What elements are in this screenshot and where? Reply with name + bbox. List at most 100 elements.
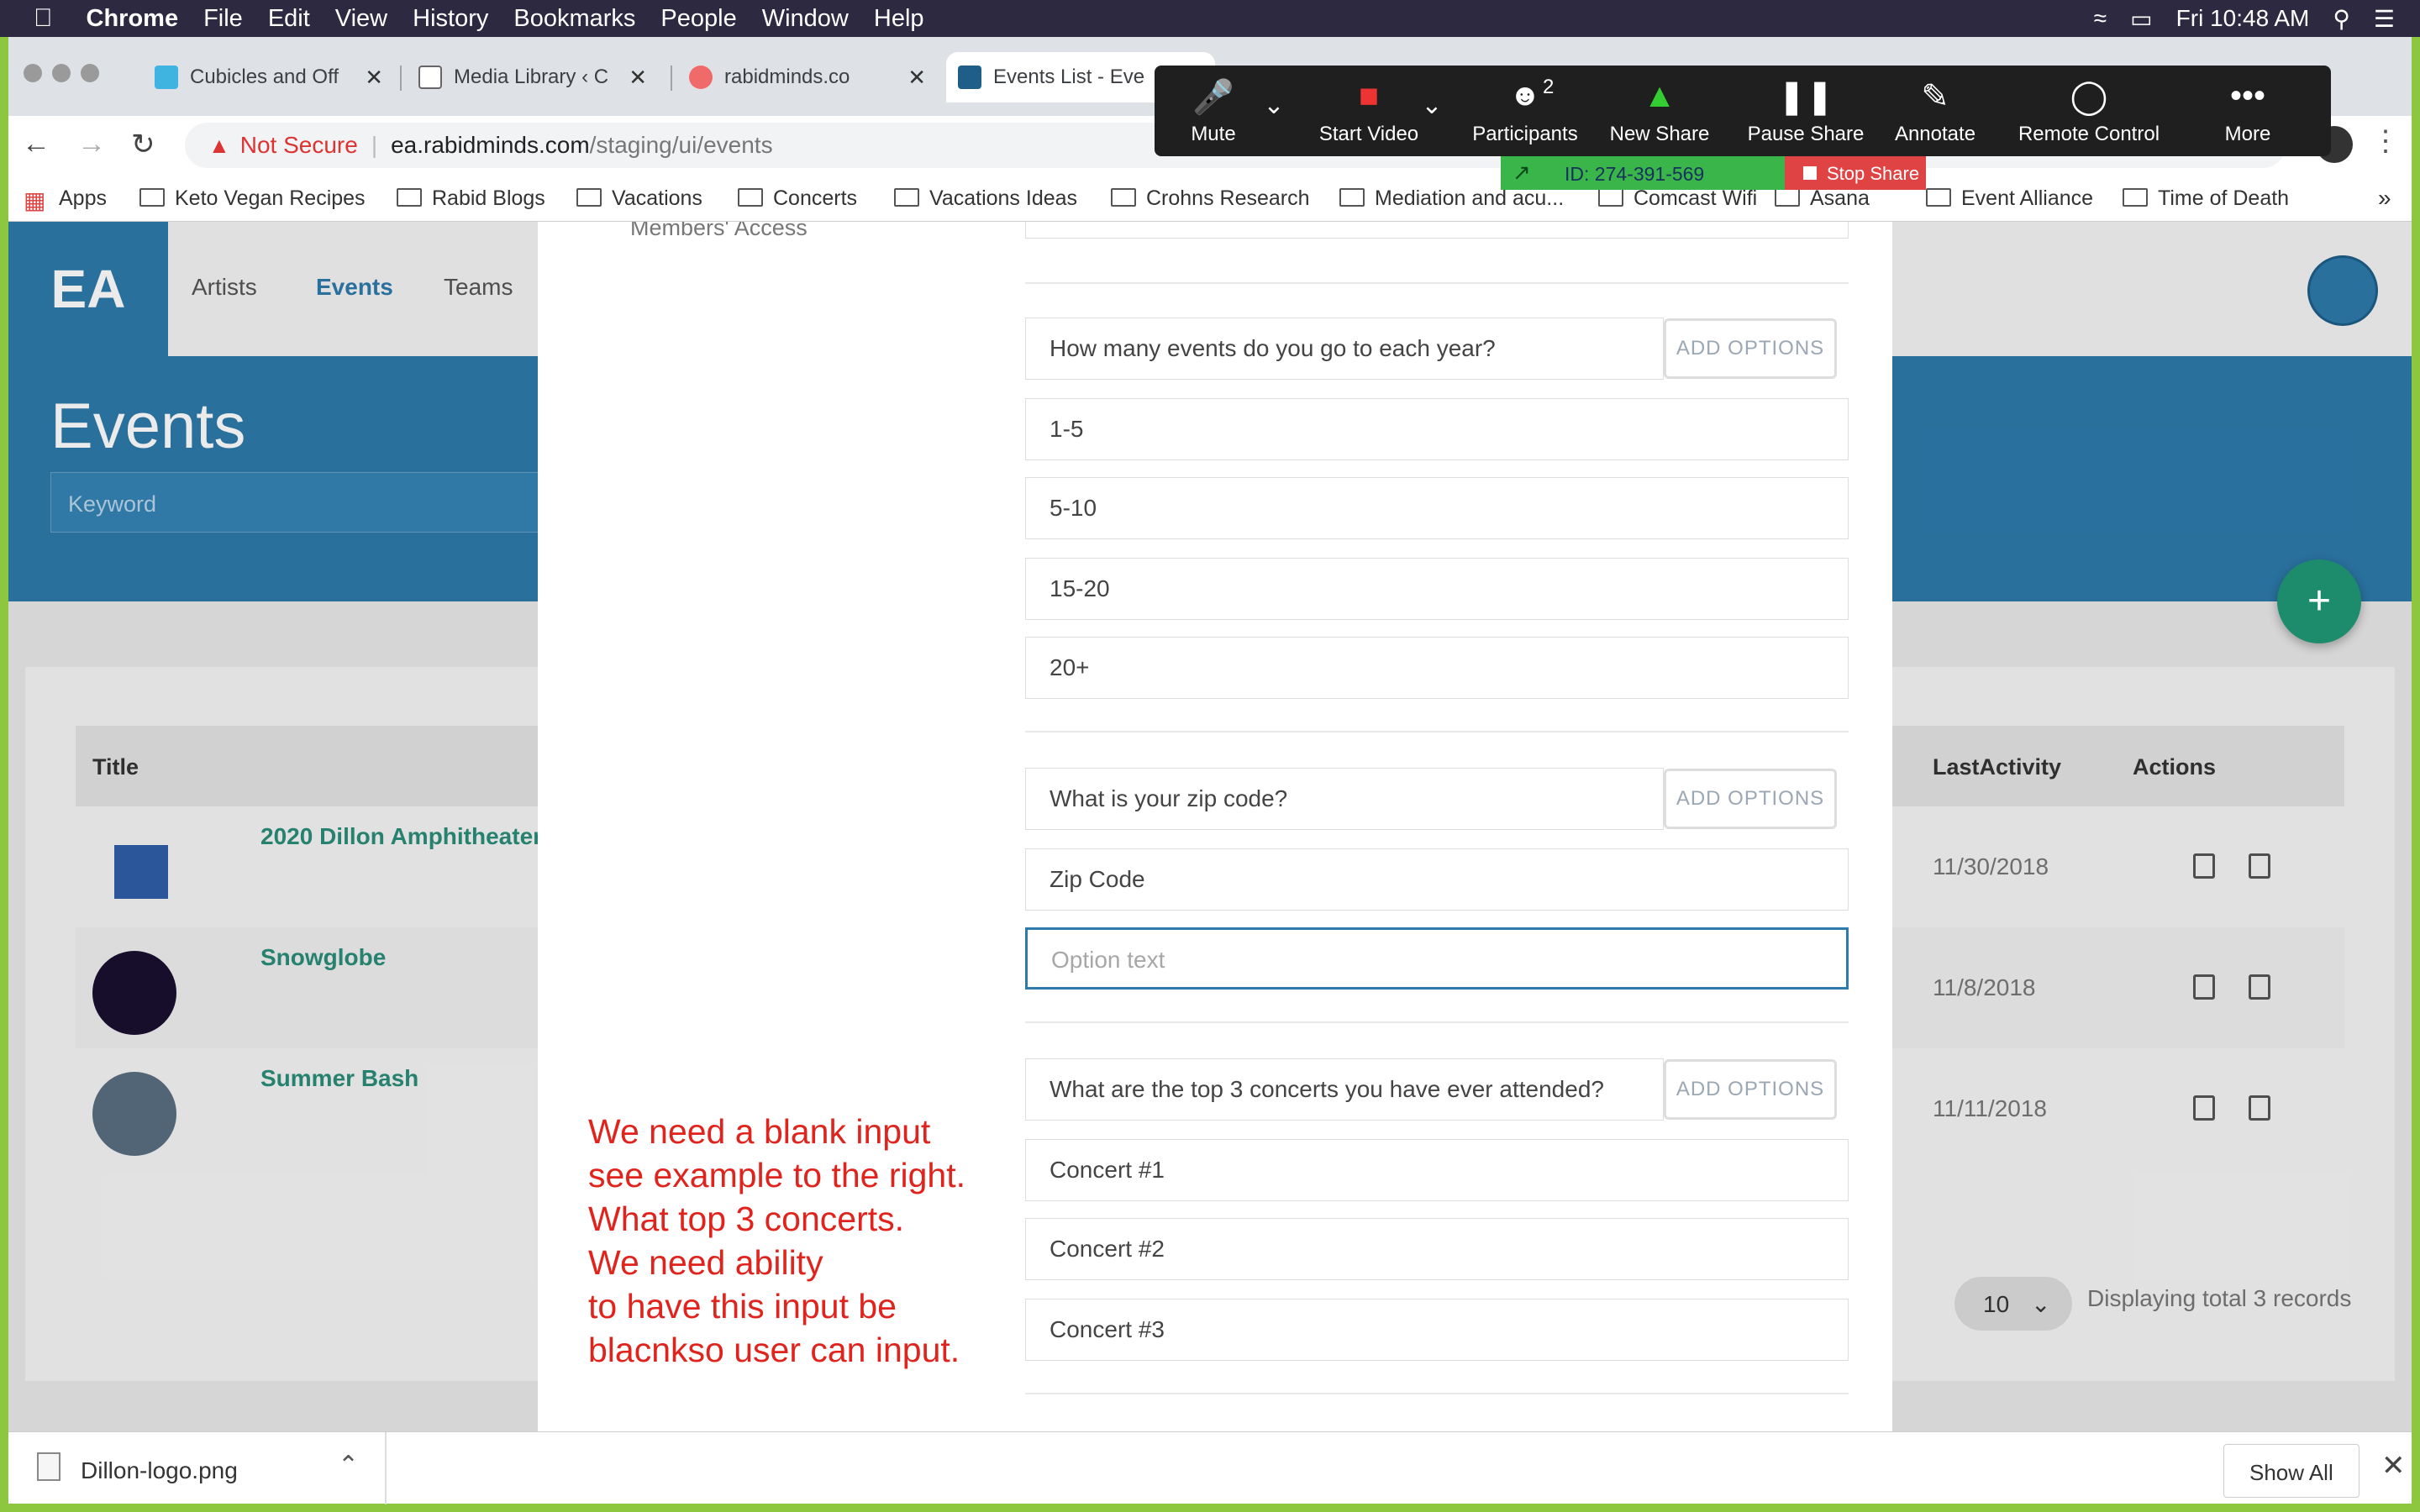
- apps-grid-icon: ▦: [24, 187, 46, 213]
- folder-icon: [1926, 188, 1951, 207]
- new-share-button[interactable]: ▲ New Share: [1605, 66, 1714, 156]
- url-path: /staging/ui/events: [589, 132, 773, 158]
- folder-icon: [894, 188, 919, 207]
- menu-help[interactable]: Help: [874, 5, 924, 33]
- tab-media-library[interactable]: Media Library ‹ C ✕: [407, 52, 659, 102]
- option-field[interactable]: Concert #2: [1025, 1218, 1849, 1280]
- menu-edit[interactable]: Edit: [268, 5, 310, 33]
- audio-options-button[interactable]: ⌄: [1257, 66, 1291, 156]
- menu-history[interactable]: History: [413, 5, 488, 33]
- option-field[interactable]: Concert #1: [1025, 1139, 1849, 1201]
- notification-center-icon[interactable]: ☰: [2374, 5, 2395, 33]
- menu-bookmarks[interactable]: Bookmarks: [513, 5, 635, 33]
- add-event-button[interactable]: +: [2277, 559, 2361, 643]
- annotate-button[interactable]: ✎ Annotate: [1881, 66, 1990, 156]
- folder-icon: [738, 188, 763, 207]
- download-file-name[interactable]: Dillon-logo.png: [81, 1457, 238, 1484]
- zoom-toolbar: 🎤 Mute ⌄ ■ Start Video ⌄ ☻ 2 Participant…: [1155, 66, 2331, 156]
- tab-close-icon[interactable]: ✕: [365, 65, 383, 91]
- question-field[interactable]: What are the top 3 concerts you have eve…: [1025, 1058, 1664, 1121]
- window-minimize-button[interactable]: [52, 64, 71, 82]
- tab-close-icon[interactable]: ✕: [908, 65, 926, 91]
- video-off-icon: ■: [1358, 77, 1380, 114]
- bookmark-event-alliance[interactable]: Event Alliance: [1926, 186, 2093, 211]
- menu-view[interactable]: View: [335, 5, 387, 33]
- chrome-menu-icon[interactable]: ⋮: [2371, 124, 2400, 158]
- bookmark-concerts[interactable]: Concerts: [738, 186, 857, 211]
- bookmark-crohns[interactable]: Crohns Research: [1111, 186, 1310, 211]
- mute-button[interactable]: 🎤 Mute: [1171, 66, 1255, 156]
- option-field[interactable]: Concert #3: [1025, 1299, 1849, 1361]
- question-field[interactable]: How many events do you go to each year?: [1025, 318, 1664, 380]
- menubar-clock[interactable]: Fri 10:48 AM: [2176, 5, 2310, 32]
- web-page: EA Artists Events Teams Events Keyword T…: [8, 222, 2412, 1431]
- menu-app-name[interactable]: Chrome: [87, 5, 179, 33]
- apple-icon[interactable]: : [34, 4, 53, 33]
- chevron-down-icon: ⌄: [1263, 92, 1285, 119]
- bookmark-comcast[interactable]: Comcast Wifi: [1598, 186, 1757, 211]
- pencil-icon: ✎: [1921, 78, 1949, 115]
- add-options-button[interactable]: ADD OPTIONS: [1664, 769, 1837, 829]
- option-field[interactable]: Zip Code: [1025, 848, 1849, 911]
- add-options-button[interactable]: ADD OPTIONS: [1664, 318, 1837, 379]
- tab-close-icon[interactable]: ✕: [629, 65, 647, 91]
- back-icon[interactable]: ←: [22, 128, 50, 160]
- window-close-button[interactable]: [24, 64, 42, 82]
- chevron-up-icon[interactable]: ⌃: [338, 1451, 359, 1480]
- tab-cubicles[interactable]: Cubicles and Off ✕: [143, 52, 395, 102]
- forward-icon[interactable]: →: [77, 128, 106, 160]
- option-field[interactable]: 1-5: [1025, 398, 1849, 460]
- annotation-note: We need a blank input see example to the…: [588, 1112, 965, 1369]
- bookmarks-overflow-icon[interactable]: »: [2378, 185, 2391, 212]
- pause-share-button[interactable]: ❚❚ Pause Share: [1743, 66, 1869, 156]
- not-secure-label: Not Secure: [239, 132, 358, 158]
- option-field[interactable]: 5-10: [1025, 477, 1849, 539]
- tab-favicon-icon: [958, 66, 981, 89]
- window-zoom-button[interactable]: [81, 64, 99, 82]
- pause-icon: ❚❚: [1777, 78, 1834, 115]
- more-dots-icon: •••: [2229, 77, 2266, 114]
- survey-modal: Members' Access How many events do you g…: [538, 222, 1892, 1431]
- bookmark-mediation[interactable]: Mediation and acu...: [1339, 186, 1564, 211]
- participants-button[interactable]: ☻ 2 Participants: [1454, 66, 1597, 156]
- menu-file[interactable]: File: [203, 5, 243, 33]
- battery-icon[interactable]: ▭: [2130, 5, 2152, 33]
- option-field[interactable]: 15-20: [1025, 558, 1849, 620]
- question-field[interactable]: What is your zip code?: [1025, 768, 1664, 830]
- bookmark-vacations[interactable]: Vacations: [576, 186, 702, 211]
- folder-icon: [1598, 188, 1623, 207]
- downloads-bar: Dillon-logo.png ⌃ Show All ✕: [8, 1431, 2412, 1504]
- folder-icon: [1111, 188, 1136, 207]
- stop-icon: [1803, 166, 1817, 180]
- option-text-input[interactable]: Option text: [1025, 927, 1849, 990]
- meeting-id[interactable]: ID: 274-391-569: [1565, 163, 1704, 186]
- bookmark-rabid-blogs[interactable]: Rabid Blogs: [397, 186, 545, 211]
- bookmark-keto[interactable]: Keto Vegan Recipes: [139, 186, 366, 211]
- bookmark-time-of-death[interactable]: Time of Death: [2123, 186, 2289, 211]
- option-field[interactable]: 20+: [1025, 637, 1849, 699]
- members-access-label[interactable]: Members' Access: [630, 222, 808, 241]
- page-icon: [418, 66, 442, 89]
- remote-control-button[interactable]: ◯ Remote Control: [2005, 66, 2173, 156]
- show-all-button[interactable]: Show All: [2223, 1444, 2360, 1498]
- folder-icon: [397, 188, 422, 207]
- bookmark-vacations-ideas[interactable]: Vacations Ideas: [894, 186, 1077, 211]
- tab-favicon-icon: [155, 66, 178, 89]
- folder-icon: [1775, 188, 1800, 207]
- more-button[interactable]: ••• More: [2193, 66, 2302, 156]
- microphone-icon: 🎤: [1192, 79, 1234, 116]
- tab-rabidminds[interactable]: rabidminds.co ✕: [677, 52, 938, 102]
- close-icon[interactable]: ✕: [2381, 1449, 2406, 1483]
- bookmark-apps[interactable]: ▦ Apps: [24, 186, 107, 213]
- video-options-button[interactable]: ⌄: [1415, 66, 1449, 156]
- wifi-icon[interactable]: ≈: [2094, 5, 2107, 32]
- menu-window[interactable]: Window: [762, 5, 849, 33]
- stop-share-button[interactable]: Stop Share: [1785, 156, 1926, 190]
- option-field[interactable]: [1025, 222, 1849, 239]
- bookmark-asana[interactable]: Asana: [1775, 186, 1870, 211]
- spotlight-search-icon[interactable]: ⚲: [2333, 5, 2350, 33]
- menu-people[interactable]: People: [660, 5, 736, 33]
- reload-icon[interactable]: ↻: [131, 128, 155, 161]
- add-options-button[interactable]: ADD OPTIONS: [1664, 1059, 1837, 1120]
- mouse-icon: ◯: [2070, 78, 2108, 115]
